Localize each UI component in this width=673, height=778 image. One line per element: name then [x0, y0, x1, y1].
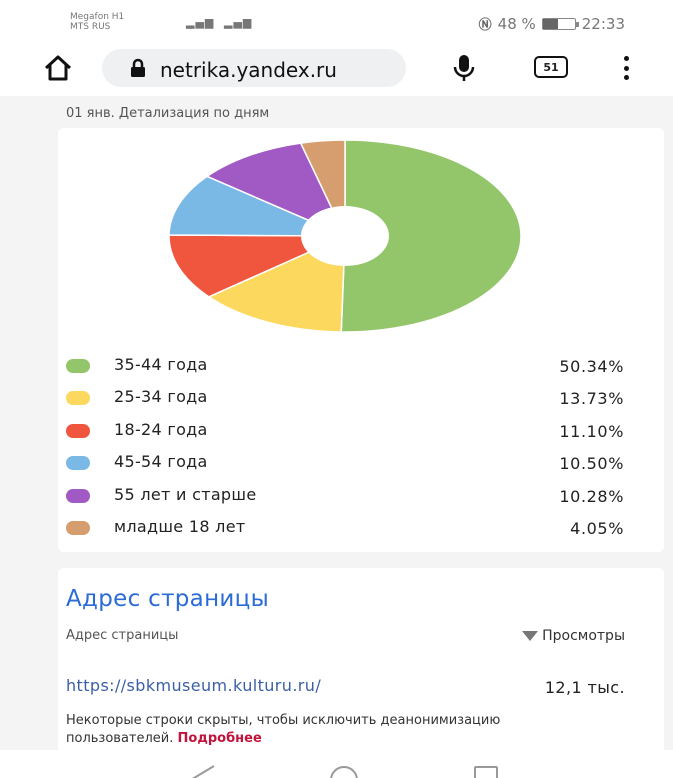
- legend-color-dot: [66, 456, 90, 471]
- table-row-views: 12,1 тыс.: [544, 678, 625, 697]
- legend-value: 13.73%: [559, 389, 624, 409]
- legend-item[interactable]: младше 18 лет 4.05%: [58, 512, 664, 544]
- legend-color-dot: [66, 521, 90, 535]
- legend-value: 4.05%: [570, 519, 624, 538]
- legend-label: младше 18 лет: [114, 517, 246, 536]
- url-text: netrika.yandex.ru: [160, 58, 337, 82]
- table-row-url[interactable]: https://sbkmuseum.kulturu.ru/: [66, 676, 321, 695]
- signal-icon-2: ▂▄▆: [224, 16, 253, 29]
- legend-item[interactable]: 25-34 года 13.73%: [58, 382, 664, 414]
- legend-value: 10.50%: [559, 454, 624, 474]
- signal-icon: ▂▄▆: [186, 16, 215, 29]
- legend-value: 11.10%: [559, 421, 624, 441]
- sort-desc-icon: [522, 631, 539, 641]
- home-circle-icon[interactable]: [330, 766, 358, 778]
- recent-apps-icon[interactable]: [474, 766, 498, 778]
- legend-item[interactable]: 45-54 года 10.50%: [58, 447, 664, 479]
- legend-value: 50.34%: [559, 357, 624, 376]
- legend-label: 18-24 года: [114, 419, 208, 439]
- legend-label: 35-44 года: [114, 355, 208, 374]
- age-pie-chart: [168, 139, 522, 333]
- pie-hole: [301, 206, 389, 266]
- hidden-rows-note: Некоторые строки скрыты, чтобы исключить…: [66, 713, 501, 746]
- status-bar: Megafon H1 MTS RUS ▂▄▆ ▂▄▆ Ⓝ 48 % 22:33: [0, 0, 673, 40]
- legend-value: 10.28%: [559, 486, 624, 506]
- column-header-views[interactable]: Просмотры: [522, 628, 625, 644]
- battery-percent: 48 %: [497, 14, 536, 33]
- legend-item[interactable]: 35-44 года 50.34%: [58, 350, 664, 382]
- system-nav-bar: [0, 750, 673, 778]
- section-title[interactable]: Адрес страницы: [66, 586, 269, 612]
- lock-icon: [128, 58, 148, 82]
- clock: 22:33: [581, 14, 625, 33]
- legend-item[interactable]: 55 лет и старше 10.28%: [58, 480, 664, 512]
- legend-item[interactable]: 18-24 года 11.10%: [58, 415, 664, 447]
- column-header-address: Адрес страницы: [66, 628, 179, 643]
- legend-color-dot: [66, 423, 90, 438]
- overflow-menu-icon[interactable]: [616, 54, 636, 82]
- report-subtitle: 01 янв. Детализация по дням: [66, 106, 270, 121]
- legend-color-dot: [66, 359, 90, 373]
- nfc-icon: Ⓝ: [478, 18, 492, 33]
- home-icon[interactable]: [38, 50, 78, 86]
- legend-color-dot: [66, 391, 90, 406]
- browser-toolbar: netrika.yandex.ru 51: [0, 40, 673, 96]
- tabs-icon[interactable]: 51: [534, 56, 568, 78]
- legend-label: 45-54 года: [114, 452, 208, 472]
- legend-label: 55 лет и старше: [114, 484, 257, 504]
- legend-color-dot: [66, 488, 90, 503]
- status-right: Ⓝ 48 % 22:33: [478, 14, 625, 34]
- legend-label: 25-34 года: [114, 387, 208, 407]
- address-bar[interactable]: netrika.yandex.ru: [102, 49, 406, 87]
- battery-icon: [541, 17, 579, 30]
- back-icon[interactable]: [190, 764, 218, 778]
- more-info-link[interactable]: Подробнее: [178, 731, 262, 746]
- carrier-info: Megafon H1 MTS RUS: [70, 12, 125, 32]
- microphone-icon[interactable]: [446, 50, 482, 86]
